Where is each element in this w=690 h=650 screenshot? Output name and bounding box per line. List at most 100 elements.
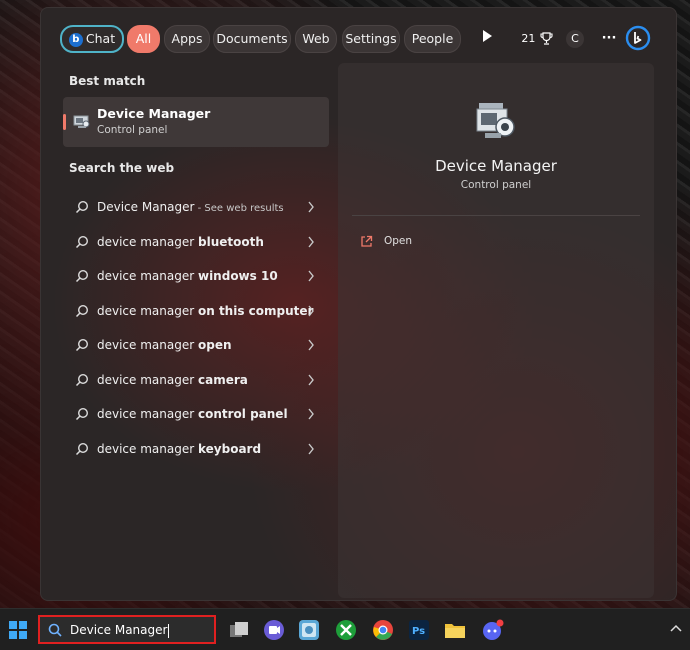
- web-result-suffix: windows 10: [197, 269, 278, 283]
- search-icon: [75, 304, 89, 317]
- more-options-button[interactable]: ···: [600, 25, 618, 53]
- web-result-text: device manager camera: [97, 373, 248, 387]
- web-result-text: device manager open: [97, 338, 232, 352]
- chrome-icon[interactable]: [372, 619, 394, 641]
- tab-apps[interactable]: Apps: [164, 25, 210, 53]
- taskbar: Device Manager Ps: [0, 608, 690, 650]
- web-result-query: device manager: [97, 441, 198, 456]
- play-icon: [483, 30, 492, 42]
- device-manager-icon: [73, 115, 90, 128]
- task-view-glyph: [230, 622, 248, 637]
- windows-logo-pane: [9, 631, 17, 639]
- web-result-suffix: keyboard: [197, 441, 262, 456]
- start-search-panel: b Chat All Apps Documents Web Settings Pe…: [40, 7, 677, 601]
- open-action[interactable]: Open: [360, 233, 480, 253]
- web-result-suffix: open: [197, 338, 232, 352]
- discord-icon[interactable]: [481, 619, 504, 641]
- search-icon: [75, 200, 89, 214]
- web-result-query: device manager: [97, 407, 198, 421]
- tab-people[interactable]: People: [404, 25, 461, 53]
- tab-documents[interactable]: Documents: [213, 25, 291, 53]
- windows-logo-pane: [19, 631, 27, 639]
- xbox-icon[interactable]: [335, 619, 357, 641]
- web-result-row[interactable]: device manager on this computer: [63, 296, 329, 326]
- photoshop-icon[interactable]: Ps: [408, 619, 430, 641]
- search-icon: [75, 442, 89, 455]
- best-match-type: Control panel: [97, 124, 168, 136]
- web-result-suffix: bluetooth: [197, 234, 264, 249]
- open-label: Open: [384, 235, 413, 247]
- chevron-right-icon: [308, 236, 314, 247]
- discord-glyph: [483, 619, 504, 640]
- web-result-suffix: camera: [197, 372, 248, 387]
- web-result-suffix: on this computer: [197, 303, 314, 318]
- teams-chat-glyph: [264, 620, 284, 640]
- chevron-right-icon: [308, 374, 314, 385]
- taskbar-search-input[interactable]: Device Manager: [38, 615, 216, 644]
- tab-all[interactable]: All: [127, 25, 160, 53]
- chevron-right-icon: [308, 408, 314, 420]
- show-hidden-icons-chevron-icon[interactable]: [670, 620, 682, 636]
- teams-chat-icon[interactable]: [263, 619, 285, 641]
- chevron-right-icon: [308, 443, 314, 454]
- web-result-row[interactable]: device manager open: [63, 330, 329, 360]
- start-button[interactable]: [9, 621, 27, 639]
- web-result-query: device manager: [97, 303, 198, 318]
- rewards-points[interactable]: 21: [520, 25, 554, 53]
- selection-accent: [63, 114, 66, 130]
- search-icon: [75, 373, 89, 386]
- open-external-icon: [361, 235, 373, 247]
- web-result-text: device manager windows 10: [97, 269, 278, 283]
- web-result-row[interactable]: device manager control panel: [63, 399, 329, 429]
- file-explorer-icon[interactable]: [444, 619, 466, 641]
- preview-type: Control panel: [460, 179, 532, 191]
- web-result-text: device manager control panel: [97, 407, 288, 421]
- search-value: Device Manager: [70, 623, 170, 638]
- chevron-right-icon: [308, 270, 314, 282]
- photos-app-glyph: [299, 620, 319, 640]
- task-view-icon[interactable]: [228, 619, 250, 641]
- chevron-right-icon: [308, 339, 314, 351]
- best-match-heading: Best match: [69, 74, 146, 88]
- trophy-icon: [540, 32, 553, 45]
- preview-divider: [352, 215, 640, 216]
- web-result-query: device manager: [97, 234, 198, 249]
- text-cursor: [168, 623, 170, 638]
- more-tabs-play-button[interactable]: [477, 25, 497, 53]
- preview-pane: Device Manager Control panel Open: [338, 63, 654, 598]
- chrome-glyph: [373, 620, 393, 640]
- bing-button[interactable]: [624, 25, 652, 53]
- web-result-row[interactable]: device manager windows 10: [63, 261, 329, 291]
- chevron-right-icon: [308, 201, 314, 213]
- web-result-row[interactable]: Device Manager - See web results: [63, 192, 329, 222]
- web-result-text: device manager bluetooth: [97, 235, 264, 249]
- search-icon: [48, 623, 62, 637]
- web-result-suffix: control panel: [197, 407, 288, 421]
- tab-settings[interactable]: Settings: [342, 25, 400, 53]
- web-result-query: Device Manager: [97, 200, 195, 214]
- search-icon: [75, 269, 89, 283]
- xbox-glyph: [336, 620, 356, 640]
- web-result-text: device manager keyboard: [97, 442, 261, 456]
- web-result-query: device manager: [97, 338, 198, 352]
- web-result-row[interactable]: device manager keyboard: [63, 434, 329, 464]
- web-result-query: device manager: [97, 269, 198, 283]
- best-match-item[interactable]: Device Manager Control panel: [63, 97, 329, 147]
- windows-logo-pane: [19, 621, 27, 629]
- search-icon: [75, 407, 89, 421]
- bing-icon: [625, 25, 651, 50]
- photos-app-icon[interactable]: [298, 619, 320, 641]
- search-icon: [75, 338, 89, 352]
- web-result-hint: - See web results: [194, 203, 284, 214]
- folder-glyph: [445, 624, 465, 638]
- tab-chat[interactable]: b Chat: [60, 25, 124, 53]
- web-result-row[interactable]: device manager camera: [63, 365, 329, 395]
- windows-logo-icon: [9, 621, 17, 629]
- filter-tabs: b Chat All Apps Documents Web Settings Pe…: [60, 25, 676, 53]
- web-result-row[interactable]: device manager bluetooth: [63, 227, 329, 257]
- tab-web[interactable]: Web: [295, 25, 337, 53]
- bing-chat-icon: b: [68, 32, 83, 47]
- search-icon: [75, 235, 89, 248]
- account-avatar-button[interactable]: C: [565, 25, 585, 53]
- photoshop-glyph: Ps: [409, 620, 429, 640]
